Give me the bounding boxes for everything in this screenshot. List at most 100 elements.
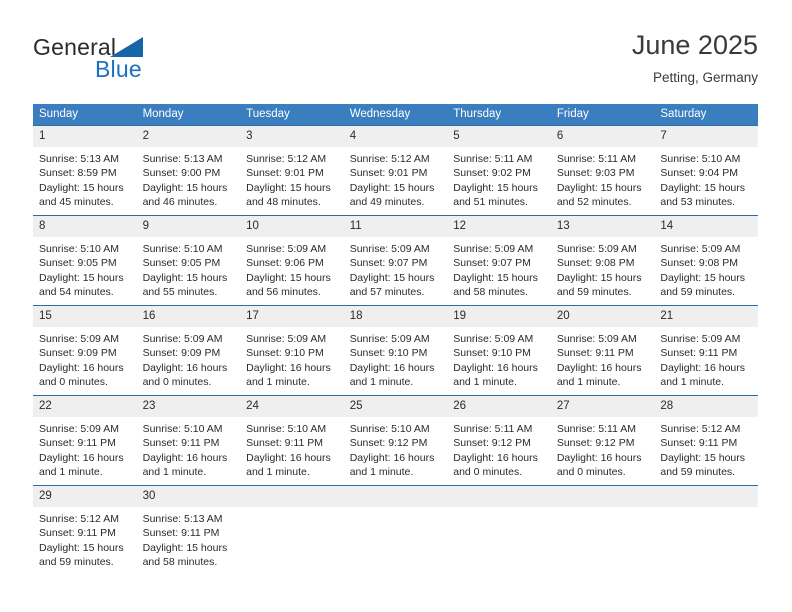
calendar-day-cell[interactable]: 16 Sunrise: 5:09 AM Sunset: 9:09 PM Dayligh… [136,305,241,396]
page-header: General Blue June 2025 Petting, Germany [33,28,758,98]
daylight-text: Daylight: 16 hours and 0 minutes. [142,361,228,388]
day-details: Sunrise: 5:12 AM Sunset: 9:01 PM Daylight:… [344,147,448,209]
calendar-day-cell[interactable]: 7 Sunrise: 5:10 AM Sunset: 9:04 PM Daylight… [654,125,758,216]
sunrise-text: Sunrise: 5:11 AM [453,153,533,165]
calendar-day-cell[interactable]: 20 Sunrise: 5:09 AM Sunset: 9:11 PM Dayligh… [550,305,655,396]
daylight-text: Daylight: 15 hours and 52 minutes. [556,181,642,208]
day-number: 8 [33,216,137,237]
calendar-day-cell[interactable]: 2 Sunrise: 5:13 AM Sunset: 9:00 PM Daylight… [136,125,241,216]
day-number: 19 [447,306,551,327]
calendar-day-cell[interactable]: 14 Sunrise: 5:09 AM Sunset: 9:08 PM Dayligh… [654,215,758,306]
sunrise-text: Sunrise: 5:09 AM [142,333,223,345]
day-details: Sunrise: 5:10 AM Sunset: 9:05 PM Daylight:… [137,237,241,299]
sunset-text: Sunset: 9:04 PM [660,167,739,180]
calendar-day-cell[interactable]: 1 Sunrise: 5:13 AM Sunset: 8:59 PM Daylight… [33,125,137,216]
sunrise-text: Sunrise: 5:10 AM [142,243,223,255]
day-number: 9 [136,216,241,237]
sunset-text: Sunset: 9:12 PM [453,437,531,450]
sunset-text: Sunset: 9:11 PM [39,527,116,540]
calendar-day-cell-empty [654,485,758,575]
daylight-text: Daylight: 15 hours and 58 minutes. [453,271,538,298]
calendar-day-cell[interactable]: 30 Sunrise: 5:13 AM Sunset: 9:11 PM Dayligh… [136,485,241,575]
calendar-day-cell[interactable]: 18 Sunrise: 5:09 AM Sunset: 9:10 PM Dayligh… [343,305,448,396]
sunset-text: Sunset: 9:05 PM [39,257,117,270]
weekday-header-friday: Friday [550,104,655,126]
daylight-text: Daylight: 16 hours and 1 minute. [142,451,228,478]
calendar-day-cell[interactable]: 9 Sunrise: 5:10 AM Sunset: 9:05 PM Daylight… [136,215,241,306]
day-number: 26 [447,396,551,417]
daylight-text: Daylight: 16 hours and 0 minutes. [39,361,124,388]
calendar-day-cell[interactable]: 19 Sunrise: 5:09 AM Sunset: 9:10 PM Dayligh… [447,305,551,396]
sunrise-text: Sunrise: 5:09 AM [660,333,741,345]
day-details: Sunrise: 5:10 AM Sunset: 9:04 PM Daylight:… [654,147,758,209]
day-number: 10 [240,216,344,237]
daylight-text: Daylight: 16 hours and 1 minute. [453,361,538,388]
calendar-day-cell[interactable]: 29 Sunrise: 5:12 AM Sunset: 9:11 PM Dayligh… [33,485,137,575]
sunset-text: Sunset: 9:05 PM [142,257,221,270]
weekday-header-thursday: Thursday [447,104,551,126]
sunset-text: Sunset: 9:12 PM [349,437,428,450]
sunrise-text: Sunrise: 5:12 AM [660,423,741,435]
day-details: Sunrise: 5:10 AM Sunset: 9:05 PM Daylight:… [33,237,137,299]
sunset-text: Sunset: 9:10 PM [246,347,324,360]
daylight-text: Daylight: 15 hours and 55 minutes. [142,271,228,298]
calendar-day-cell[interactable]: 5 Sunrise: 5:11 AM Sunset: 9:02 PM Daylight… [447,125,551,216]
calendar-week-row: 22 Sunrise: 5:09 AM Sunset: 9:11 PM Dayligh… [33,395,758,486]
day-details: Sunrise: 5:12 AM Sunset: 9:01 PM Daylight:… [240,147,344,209]
sunrise-text: Sunrise: 5:09 AM [660,243,741,255]
calendar-day-cell[interactable]: 12 Sunrise: 5:09 AM Sunset: 9:07 PM Dayligh… [447,215,551,306]
calendar-day-cell[interactable]: 26 Sunrise: 5:11 AM Sunset: 9:12 PM Dayligh… [447,395,551,486]
calendar-day-cell[interactable]: 6 Sunrise: 5:11 AM Sunset: 9:03 PM Daylight… [550,125,655,216]
calendar-day-cell[interactable]: 3 Sunrise: 5:12 AM Sunset: 9:01 PM Daylight… [240,125,344,216]
day-number: 16 [136,306,241,327]
calendar-body: 1 Sunrise: 5:13 AM Sunset: 8:59 PM Daylight… [33,125,758,575]
weekday-header-sunday: Sunday [33,104,137,126]
sunrise-text: Sunrise: 5:11 AM [556,153,636,165]
daylight-text: Daylight: 15 hours and 59 minutes. [660,451,746,478]
sunset-text: Sunset: 9:01 PM [246,167,324,180]
calendar-header-row: Sunday Monday Tuesday Wednesday Thursday Frid… [33,104,758,126]
sunset-text: Sunset: 9:11 PM [660,347,738,360]
calendar-day-cell[interactable]: 10 Sunrise: 5:09 AM Sunset: 9:06 PM Dayligh… [240,215,344,306]
sunrise-text: Sunrise: 5:09 AM [246,333,327,345]
daylight-text: Daylight: 16 hours and 0 minutes. [453,451,538,478]
calendar-day-cell[interactable]: 21 Sunrise: 5:09 AM Sunset: 9:11 PM Dayligh… [654,305,758,396]
calendar-day-cell[interactable]: 8 Sunrise: 5:10 AM Sunset: 9:05 PM Daylight… [33,215,137,306]
title-block: June 2025 Petting, Germany [632,28,758,88]
day-number: 7 [654,126,758,147]
day-number: 29 [33,486,137,507]
calendar-day-cell[interactable]: 25 Sunrise: 5:10 AM Sunset: 9:12 PM Dayligh… [343,395,448,486]
sunset-text: Sunset: 9:11 PM [556,347,634,360]
calendar-day-cell[interactable]: 13 Sunrise: 5:09 AM Sunset: 9:08 PM Dayligh… [550,215,655,306]
sunset-text: Sunset: 9:09 PM [39,347,117,360]
day-details: Sunrise: 5:09 AM Sunset: 9:11 PM Daylight:… [654,327,758,389]
calendar-day-cell[interactable]: 24 Sunrise: 5:10 AM Sunset: 9:11 PM Dayligh… [240,395,344,486]
calendar-day-cell[interactable]: 4 Sunrise: 5:12 AM Sunset: 9:01 PM Daylight… [343,125,448,216]
general-blue-logo[interactable]: General Blue [33,34,233,90]
sunrise-text: Sunrise: 5:09 AM [39,333,119,345]
daylight-text: Daylight: 15 hours and 49 minutes. [349,181,435,208]
day-number [654,486,758,507]
calendar-day-cell[interactable]: 15 Sunrise: 5:09 AM Sunset: 9:09 PM Dayligh… [33,305,137,396]
calendar-week-row: 29 Sunrise: 5:12 AM Sunset: 9:11 PM Dayligh… [33,485,758,575]
calendar-day-cell-empty [447,485,551,575]
calendar-day-cell[interactable]: 22 Sunrise: 5:09 AM Sunset: 9:11 PM Dayligh… [33,395,137,486]
calendar-day-cell[interactable]: 11 Sunrise: 5:09 AM Sunset: 9:07 PM Dayligh… [343,215,448,306]
day-details: Sunrise: 5:11 AM Sunset: 9:12 PM Daylight:… [551,417,655,479]
day-number: 17 [240,306,344,327]
calendar-day-cell[interactable]: 23 Sunrise: 5:10 AM Sunset: 9:11 PM Dayligh… [136,395,241,486]
daylight-text: Daylight: 16 hours and 1 minute. [349,361,435,388]
weekday-header-wednesday: Wednesday [343,104,448,126]
calendar-day-cell[interactable]: 17 Sunrise: 5:09 AM Sunset: 9:10 PM Dayligh… [240,305,344,396]
sunset-text: Sunset: 9:11 PM [39,437,116,450]
day-details: Sunrise: 5:13 AM Sunset: 9:11 PM Daylight:… [137,507,241,569]
day-number: 28 [654,396,758,417]
sunset-text: Sunset: 9:06 PM [246,257,324,270]
calendar-day-cell[interactable]: 28 Sunrise: 5:12 AM Sunset: 9:11 PM Dayligh… [654,395,758,486]
daylight-text: Daylight: 15 hours and 45 minutes. [39,181,124,208]
sunrise-sunset-calendar-table: Sunday Monday Tuesday Wednesday Thursday Frid… [33,104,758,575]
day-number: 5 [447,126,551,147]
daylight-text: Daylight: 15 hours and 59 minutes. [660,271,746,298]
calendar-day-cell[interactable]: 27 Sunrise: 5:11 AM Sunset: 9:12 PM Dayligh… [550,395,655,486]
day-details: Sunrise: 5:09 AM Sunset: 9:09 PM Daylight:… [137,327,241,389]
